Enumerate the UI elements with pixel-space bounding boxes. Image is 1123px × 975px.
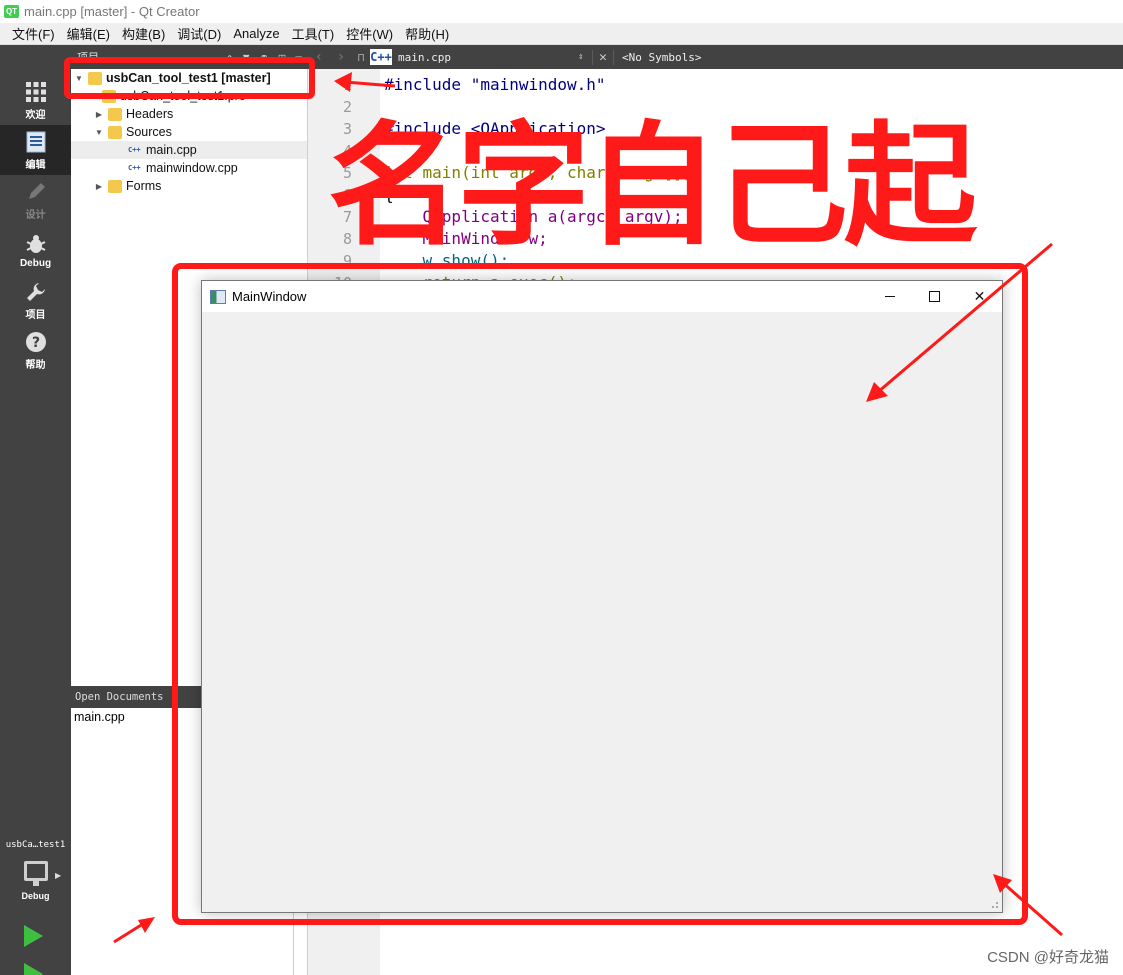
bug-icon <box>26 235 45 253</box>
annotation-text: 名字自己起 <box>328 110 977 264</box>
tree-item-label: Sources <box>126 125 172 139</box>
qt-logo-icon: QT <box>4 5 19 18</box>
tree-item-pro-file[interactable]: usbCan_tool_test1.pro <box>71 87 307 105</box>
menu-bar: 文件(F) 编辑(E) 构建(B) 调试(D) Analyze 工具(T) 控件… <box>0 23 1123 45</box>
menu-widgets[interactable]: 控件(W) <box>340 24 399 43</box>
kit-selector[interactable]: ▶ Debug <box>0 857 71 905</box>
close-button[interactable]: ✕ <box>957 281 1002 312</box>
open-file-combo[interactable]: main.cpp <box>398 51 578 64</box>
minimize-button[interactable] <box>867 281 912 312</box>
combo-arrows-icon[interactable]: ⇕ <box>578 52 592 62</box>
window-title: main.cpp [master] - Qt Creator <box>24 4 200 19</box>
tree-item-label: usbCan_tool_test1 [master] <box>106 71 271 85</box>
title-bar: QT main.cpp [master] - Qt Creator <box>0 0 1123 23</box>
collapse-arrow-icon[interactable]: ▶ <box>93 110 105 119</box>
tree-item-project-root[interactable]: ▼ usbCan_tool_test1 [master] <box>71 69 307 87</box>
tree-item-forms[interactable]: ▶ Forms <box>71 177 307 195</box>
editor-toolbar: ‹ › ⊓ C++ main.cpp ⇕ ✕ <No Symbols> <box>308 45 1123 69</box>
wrench-icon <box>26 283 45 301</box>
forward-arrow-icon[interactable]: › <box>330 49 352 65</box>
project-pane-header: 项目 ⇕ ▼ ⚭ ◫ ▭ <box>71 45 308 69</box>
kit-mode-label: Debug <box>21 891 50 901</box>
menu-help[interactable]: 帮助(H) <box>399 24 455 43</box>
mainwindow-titlebar[interactable]: MainWindow ✕ <box>202 281 1002 312</box>
close-pane-icon[interactable]: ▭ <box>295 51 302 64</box>
monitor-icon <box>23 861 48 886</box>
link-icon[interactable]: ⚭ <box>260 51 269 64</box>
symbols-combo[interactable]: <No Symbols> <box>614 51 701 64</box>
mode-design-label: 设计 <box>25 210 46 221</box>
sources-folder-icon <box>108 125 122 139</box>
open-document-item[interactable]: main.cpp <box>74 710 125 724</box>
mode-edit[interactable]: 编辑 <box>0 125 71 175</box>
tree-item-label: usbCan_tool_test1.pro <box>120 89 246 103</box>
split-icon[interactable]: ◫ <box>279 51 286 64</box>
kit-name: usbCa…test1 <box>5 840 66 850</box>
back-arrow-icon[interactable]: ‹ <box>308 49 330 65</box>
mode-bar: 欢迎 编辑 设计 Debug 项目 ? 帮助 usbCa…test1 ▶ Deb… <box>0 45 71 975</box>
help-icon: ? <box>25 332 46 352</box>
collapse-arrow-icon[interactable]: ▶ <box>93 182 105 191</box>
cpp-badge-icon: C++ <box>370 49 392 65</box>
tree-item-label: Forms <box>126 179 162 193</box>
tree-item-mainwindow-cpp[interactable]: C++ mainwindow.cpp <box>71 159 307 177</box>
menu-tools[interactable]: 工具(T) <box>286 24 341 43</box>
app-window-icon <box>210 289 226 304</box>
pencil-icon <box>28 183 45 199</box>
maximize-button[interactable] <box>912 281 957 312</box>
resize-grip-icon[interactable] <box>992 902 998 908</box>
document-icon <box>26 131 45 153</box>
headers-folder-icon <box>108 107 122 121</box>
mode-projects-label: 项目 <box>25 310 46 321</box>
mode-help-label: 帮助 <box>25 360 46 371</box>
expand-arrow-icon[interactable]: ▼ <box>93 128 105 137</box>
tree-item-label: Headers <box>126 107 174 121</box>
line-number: 1 <box>342 76 352 94</box>
mode-debug[interactable]: Debug <box>0 225 71 275</box>
combo-arrows-icon[interactable]: ⇕ <box>226 51 233 64</box>
tree-item-label: mainwindow.cpp <box>146 161 238 175</box>
close-document-icon[interactable]: ✕ <box>592 49 614 65</box>
cpp-file-icon: C++ <box>128 146 141 154</box>
run-icon[interactable] <box>24 925 43 947</box>
forms-folder-icon <box>108 179 122 193</box>
filter-icon[interactable]: ▼ <box>243 51 250 64</box>
menu-file[interactable]: 文件(F) <box>6 24 61 43</box>
project-folder-icon <box>88 71 102 85</box>
menu-debug[interactable]: 调试(D) <box>171 24 227 43</box>
csdn-watermark: CSDN @好奇龙猫 <box>987 949 1109 966</box>
svg-text:?: ? <box>31 335 39 351</box>
tree-item-label: main.cpp <box>146 143 197 157</box>
tree-item-headers[interactable]: ▶ Headers <box>71 105 307 123</box>
grid-icon <box>25 82 46 102</box>
open-documents-header[interactable]: Open Documents <box>71 686 201 708</box>
menu-build[interactable]: 构建(B) <box>116 24 171 43</box>
expand-arrow-icon[interactable]: ▼ <box>73 74 85 83</box>
lock-icon: ⊓ <box>357 50 365 64</box>
mode-debug-label: Debug <box>19 258 52 269</box>
project-pane-title[interactable]: 项目 <box>77 49 99 65</box>
mode-welcome-label: 欢迎 <box>25 110 46 121</box>
cpp-file-icon: C++ <box>128 164 141 172</box>
mainwindow-title: MainWindow <box>232 289 307 304</box>
tree-item-main-cpp[interactable]: C++ main.cpp <box>71 141 307 159</box>
menu-edit[interactable]: 编辑(E) <box>61 24 116 43</box>
mode-welcome[interactable]: 欢迎 <box>0 75 71 125</box>
debug-run-icon[interactable] <box>24 963 43 975</box>
project-pane-controls: ⇕ ▼ ⚭ ◫ ▭ <box>226 51 308 64</box>
pro-file-icon <box>102 89 116 103</box>
menu-analyze[interactable]: Analyze <box>227 26 285 41</box>
mode-design[interactable]: 设计 <box>0 175 71 225</box>
code-line: #include "mainwindow.h" <box>384 75 606 94</box>
mode-projects[interactable]: 项目 <box>0 275 71 325</box>
code-line-text: #include "mainwindow.h" <box>384 75 606 94</box>
tree-item-sources[interactable]: ▼ Sources <box>71 123 307 141</box>
mainwindow-preview[interactable]: MainWindow ✕ <box>201 280 1003 913</box>
caret-right-icon: ▶ <box>55 871 62 880</box>
mode-edit-label: 编辑 <box>25 160 46 171</box>
mode-help[interactable]: ? 帮助 <box>0 325 71 375</box>
